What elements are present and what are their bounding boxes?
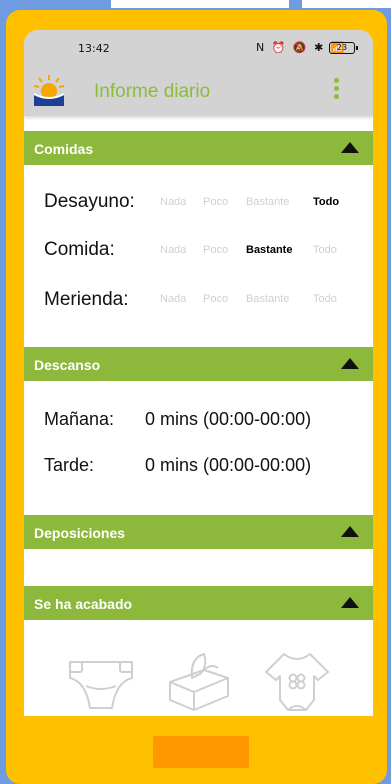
meal-label-merienda: Merienda: — [44, 289, 129, 310]
option-poco[interactable]: Poco — [203, 244, 228, 256]
meal-label-desayuno: Desayuno: — [44, 191, 135, 212]
rest-label-manana: Mañana: — [44, 409, 115, 429]
section-header-se-ha-acabado[interactable]: Se ha acabado — [24, 586, 373, 620]
status-time: 13:42 — [78, 42, 110, 55]
collapse-arrow-icon[interactable] — [341, 358, 359, 369]
rest-label-tarde: Tarde: — [44, 455, 95, 475]
option-nada[interactable]: Nada — [160, 196, 186, 208]
background-panel — [302, 0, 391, 8]
option-nada[interactable]: Nada — [160, 293, 186, 305]
option-todo[interactable]: Todo — [313, 244, 337, 256]
section-title: Se ha acabado — [34, 596, 133, 612]
collapse-arrow-icon[interactable] — [341, 142, 359, 153]
diaper-icon[interactable] — [66, 650, 136, 716]
wipes-icon[interactable] — [164, 648, 234, 714]
option-bastante[interactable]: Bastante — [246, 196, 289, 208]
app-title: Informe diario — [94, 81, 211, 102]
sunrise-logo-icon — [33, 75, 65, 106]
collapse-arrow-icon[interactable] — [341, 526, 359, 537]
battery-icon: 23 — [329, 42, 358, 54]
section-title: Deposiciones — [34, 525, 126, 541]
section-header-deposiciones[interactable]: Deposiciones — [24, 515, 373, 549]
option-bastante[interactable]: Bastante — [246, 244, 292, 256]
rest-value-tarde[interactable]: 0 mins (00:00-00:00) — [145, 455, 311, 476]
section-header-comidas[interactable]: Comidas — [24, 131, 373, 165]
bodysuit-icon[interactable] — [262, 650, 332, 716]
collapse-arrow-icon[interactable] — [341, 597, 359, 608]
background-panel — [111, 0, 289, 8]
section-title: Descanso — [34, 357, 101, 373]
more-vert-icon[interactable] — [328, 74, 346, 106]
section-header-descanso[interactable]: Descanso — [24, 347, 373, 381]
phone-screen: 13:42 N ⏰ 🔕 ✱ 📶 23 Informe diario Comida… — [24, 30, 373, 716]
meal-label-comida: Comida: — [44, 239, 115, 260]
option-todo[interactable]: Todo — [313, 196, 339, 208]
status-bar: 13:42 N ⏰ 🔕 ✱ 📶 23 — [24, 30, 373, 68]
option-poco[interactable]: Poco — [203, 293, 228, 305]
option-bastante[interactable]: Bastante — [246, 293, 289, 305]
home-button[interactable] — [153, 736, 249, 768]
option-todo[interactable]: Todo — [313, 293, 337, 305]
rest-value-manana[interactable]: 0 mins (00:00-00:00) — [145, 409, 311, 430]
option-poco[interactable]: Poco — [203, 196, 228, 208]
app-bar: Informe diario — [24, 68, 373, 116]
option-nada[interactable]: Nada — [160, 244, 186, 256]
section-title: Comidas — [34, 141, 94, 157]
